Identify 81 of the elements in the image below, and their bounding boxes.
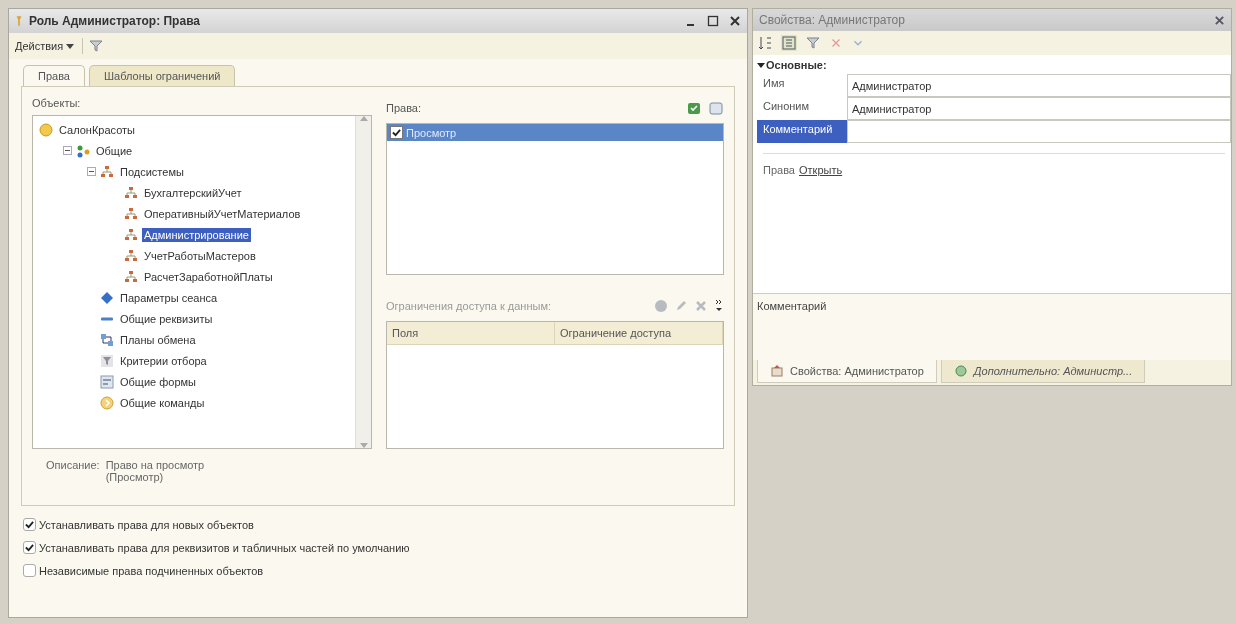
scrollbar[interactable] bbox=[355, 116, 371, 448]
window-title: Роль Администратор: Права bbox=[29, 14, 201, 28]
option-label: Независимые права подчиненных объектов bbox=[39, 564, 264, 577]
tab[interactable]: Свойства: Администратор bbox=[757, 360, 937, 383]
maximize-icon[interactable] bbox=[707, 15, 719, 27]
tree-item[interactable]: Подсистемы bbox=[118, 164, 186, 179]
funnel-icon bbox=[100, 353, 114, 368]
description-text: Право на просмотр bbox=[105, 459, 205, 471]
checkbox[interactable] bbox=[390, 126, 403, 139]
checkbox[interactable] bbox=[23, 541, 36, 554]
field-label: Синоним bbox=[762, 99, 811, 114]
pencil-icon[interactable] bbox=[674, 299, 688, 313]
tree-item[interactable]: Общие реквизиты bbox=[118, 311, 215, 326]
hierarchy-icon bbox=[124, 227, 138, 242]
form-icon bbox=[100, 374, 114, 389]
option-label: Устанавливать права для реквизитов и табличных частей по умолчанию bbox=[39, 541, 410, 554]
description-text: (Просмотр) bbox=[105, 471, 165, 483]
option-label: Устанавливать права для новых объектов bbox=[39, 518, 254, 531]
tree-item[interactable]: БухгалтерскийУчет bbox=[142, 185, 244, 200]
hierarchy-icon bbox=[100, 164, 114, 179]
checkbox[interactable] bbox=[23, 564, 36, 577]
tree-item[interactable]: СалонКрасоты bbox=[57, 122, 137, 137]
add-icon[interactable] bbox=[654, 299, 668, 313]
input-field[interactable]: Администратор bbox=[847, 74, 1231, 97]
field-label: Имя bbox=[762, 76, 786, 91]
open-link[interactable]: Открыть bbox=[799, 164, 843, 176]
close-icon[interactable] bbox=[729, 15, 741, 27]
circle-icon bbox=[39, 122, 53, 137]
tree-item[interactable]: Планы обмена bbox=[118, 332, 198, 347]
tree-item[interactable]: УчетРаботыМастеров bbox=[142, 248, 258, 263]
input-field[interactable] bbox=[847, 120, 1231, 143]
close-icon[interactable] bbox=[1214, 14, 1225, 26]
tree-item[interactable]: ОперативныйУчетМатериалов bbox=[142, 206, 303, 221]
exchange-icon bbox=[100, 332, 114, 347]
hierarchy-icon bbox=[124, 206, 138, 221]
panel-title: Свойства: Администратор bbox=[759, 13, 905, 27]
filter-icon[interactable] bbox=[805, 35, 821, 51]
tree-item[interactable]: Параметры сеанса bbox=[118, 290, 220, 305]
sort-icon[interactable] bbox=[757, 35, 773, 51]
hierarchy-icon bbox=[124, 269, 138, 284]
tree-item[interactable]: Общие формы bbox=[118, 374, 198, 389]
objects-label: Объекты: bbox=[32, 97, 82, 109]
tree-item[interactable]: Критерии отбора bbox=[118, 353, 209, 368]
restrictions-label: Ограничения доступа к данным: bbox=[386, 300, 551, 312]
check-all-icon[interactable] bbox=[686, 100, 702, 116]
rights-label: Права: bbox=[386, 102, 422, 114]
caret-icon bbox=[66, 43, 75, 49]
checkbox[interactable] bbox=[23, 518, 36, 531]
bar-icon bbox=[100, 316, 114, 321]
group-header[interactable]: Основные: bbox=[757, 59, 1231, 71]
tab[interactable]: Дополнительно: Администр... bbox=[940, 360, 1146, 383]
dots-icon bbox=[76, 143, 90, 158]
uncheck-all-icon[interactable] bbox=[708, 100, 724, 116]
rights-label: Права bbox=[763, 164, 795, 176]
diamond-icon bbox=[100, 290, 114, 305]
filter-icon[interactable] bbox=[89, 39, 104, 53]
tab[interactable]: Права bbox=[23, 65, 85, 86]
tree-item[interactable]: Администрирование bbox=[142, 227, 251, 242]
scroll-up-icon[interactable] bbox=[359, 116, 368, 121]
hierarchy-icon bbox=[124, 185, 138, 200]
right-name: Просмотр bbox=[406, 126, 457, 139]
hint-text: Комментарий bbox=[757, 300, 827, 312]
field-label: Комментарий bbox=[757, 120, 847, 143]
tab[interactable]: Шаблоны ограничений bbox=[89, 65, 236, 86]
hierarchy-icon bbox=[124, 248, 138, 263]
input-field[interactable]: Администратор bbox=[847, 97, 1231, 120]
key-icon bbox=[15, 15, 23, 27]
collapse-icon[interactable] bbox=[87, 167, 96, 176]
scroll-down-icon[interactable] bbox=[359, 443, 368, 448]
column-header[interactable]: Ограничение доступа bbox=[555, 322, 723, 344]
properties-icon bbox=[770, 364, 784, 378]
tree-item[interactable]: Общие команды bbox=[118, 395, 207, 410]
collapse-icon[interactable] bbox=[63, 146, 72, 155]
categories-icon[interactable] bbox=[781, 35, 797, 51]
column-header[interactable]: Поля bbox=[387, 322, 555, 344]
description-label: Описание: bbox=[46, 459, 100, 473]
more-icon[interactable] bbox=[714, 298, 724, 314]
tree-item[interactable]: Общие bbox=[94, 143, 135, 158]
tree-item[interactable]: РасчетЗаработнойПлаты bbox=[142, 269, 275, 284]
delete-icon[interactable] bbox=[694, 299, 708, 313]
actions-menu[interactable]: Действия bbox=[13, 38, 77, 54]
